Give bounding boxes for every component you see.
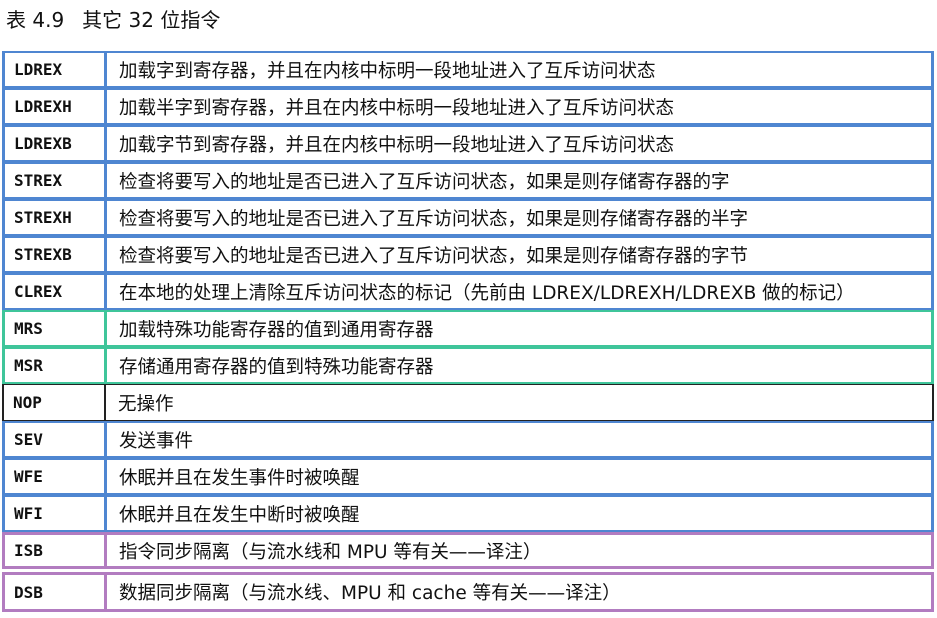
instruction-mnemonic: CLREX <box>5 275 107 308</box>
table-title: 其它 32 位指令 <box>82 8 221 32</box>
table-row: MRS 加载特殊功能寄存器的值到通用寄存器 <box>2 310 934 347</box>
instruction-description: 在本地的处理上清除互斥访问状态的标记（先前由 LDREX/LDREXH/LDRE… <box>119 282 855 304</box>
instruction-description: 检查将要写入的地址是否已进入了互斥访问状态，如果是则存储寄存器的字节 <box>119 245 749 267</box>
instruction-table: LDREX 加载字到寄存器，并且在内核中标明一段地址进入了互斥访问状态 LDRE… <box>2 51 934 612</box>
table-row: STREXB 检查将要写入的地址是否已进入了互斥访问状态，如果是则存储寄存器的字… <box>2 236 934 273</box>
table-row: DSB 数据同步隔离（与流水线、MPU 和 cache 等有关——译注） <box>2 572 934 612</box>
instruction-description: 检查将要写入的地址是否已进入了互斥访问状态，如果是则存储寄存器的半字 <box>119 208 749 230</box>
table-row: STREXH 检查将要写入的地址是否已进入了互斥访问状态，如果是则存储寄存器的半… <box>2 199 934 236</box>
instruction-description: 数据同步隔离（与流水线、MPU 和 cache 等有关——译注） <box>119 583 621 604</box>
instruction-description: 发送事件 <box>119 430 194 452</box>
instruction-description: 加载字到寄存器，并且在内核中标明一段地址进入了互斥访问状态 <box>119 60 656 82</box>
instruction-description: 无操作 <box>118 393 174 415</box>
table-row: STREX 检查将要写入的地址是否已进入了互斥访问状态，如果是则存储寄存器的字 <box>2 162 934 199</box>
instruction-mnemonic: DSB <box>5 575 107 609</box>
instruction-description: 指令同步隔离（与流水线和 MPU 等有关——译注） <box>119 541 542 563</box>
table-caption: 表 4.9 其它 32 位指令 <box>6 6 220 34</box>
instruction-mnemonic: NOP <box>4 385 106 420</box>
instruction-mnemonic: STREX <box>5 164 107 197</box>
instruction-description: 存储通用寄存器的值到特殊功能寄存器 <box>119 356 434 378</box>
instruction-description: 检查将要写入的地址是否已进入了互斥访问状态，如果是则存储寄存器的字 <box>119 171 730 193</box>
instruction-mnemonic: MSR <box>5 349 107 382</box>
table-row: ISB 指令同步隔离（与流水线和 MPU 等有关——译注） <box>2 532 934 569</box>
table-row: MSR 存储通用寄存器的值到特殊功能寄存器 <box>2 347 934 384</box>
table-number: 表 4.9 <box>6 8 65 32</box>
table-row: WFI 休眠并且在发生中断时被唤醒 <box>2 495 934 532</box>
table-row: WFE 休眠并且在发生事件时被唤醒 <box>2 458 934 495</box>
instruction-mnemonic: MRS <box>5 312 107 345</box>
instruction-description: 加载特殊功能寄存器的值到通用寄存器 <box>119 319 434 341</box>
instruction-mnemonic: LDREXB <box>5 127 107 160</box>
instruction-mnemonic: WFI <box>5 497 107 530</box>
instruction-description: 休眠并且在发生中断时被唤醒 <box>119 504 360 526</box>
table-row: SEV 发送事件 <box>2 421 934 458</box>
table-row: LDREX 加载字到寄存器，并且在内核中标明一段地址进入了互斥访问状态 <box>2 51 934 88</box>
instruction-mnemonic: STREXH <box>5 201 107 234</box>
table-row: NOP 无操作 <box>2 384 934 421</box>
instruction-mnemonic: SEV <box>5 423 107 456</box>
instruction-mnemonic: ISB <box>5 535 107 566</box>
instruction-mnemonic: STREXB <box>5 238 107 271</box>
table-row: LDREXH 加载半字到寄存器，并且在内核中标明一段地址进入了互斥访问状态 <box>2 88 934 125</box>
instruction-description: 加载字节到寄存器，并且在内核中标明一段地址进入了互斥访问状态 <box>119 134 675 156</box>
instruction-description: 加载半字到寄存器，并且在内核中标明一段地址进入了互斥访问状态 <box>119 97 675 119</box>
instruction-mnemonic: LDREX <box>5 53 107 86</box>
table-row: LDREXB 加载字节到寄存器，并且在内核中标明一段地址进入了互斥访问状态 <box>2 125 934 162</box>
instruction-description: 休眠并且在发生事件时被唤醒 <box>119 467 360 489</box>
instruction-mnemonic: WFE <box>5 460 107 493</box>
table-row: CLREX 在本地的处理上清除互斥访问状态的标记（先前由 LDREX/LDREX… <box>2 273 934 310</box>
instruction-mnemonic: LDREXH <box>5 90 107 123</box>
